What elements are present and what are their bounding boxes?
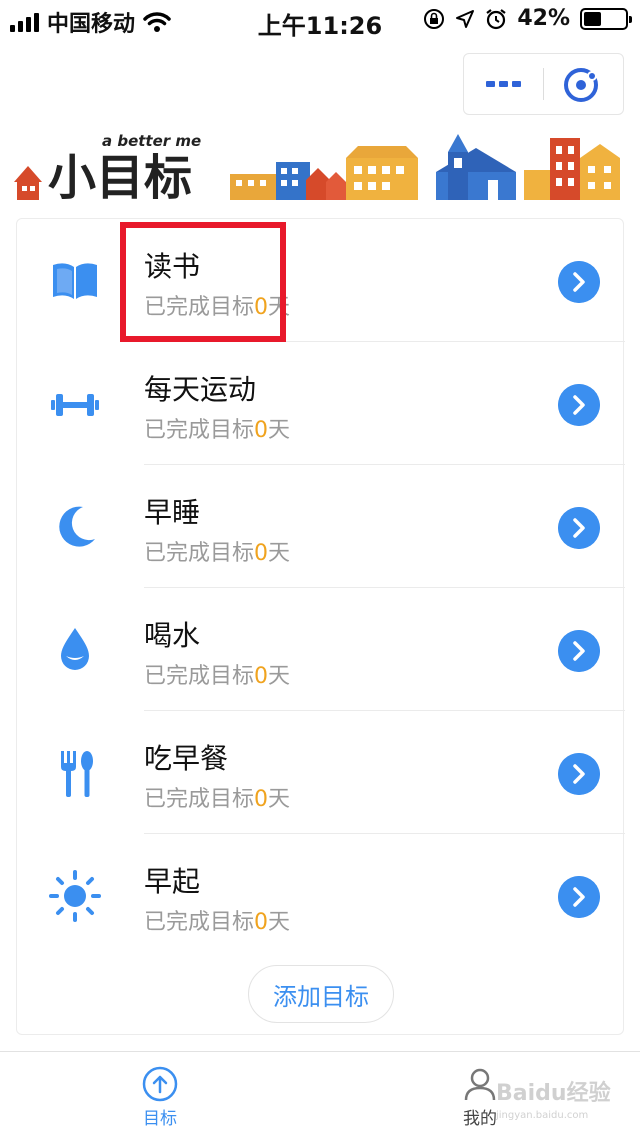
chevron-right-icon[interactable]	[558, 630, 600, 672]
goal-days-count: 0	[254, 910, 269, 935]
goal-days-count: 0	[254, 787, 269, 812]
goal-title: 吃早餐	[144, 742, 229, 775]
goal-item[interactable]: 读书 已完成目标0天	[17, 219, 625, 342]
goal-progress: 已完成目标0天	[144, 418, 291, 443]
target-close-icon[interactable]	[562, 66, 600, 104]
goal-title: 每天运动	[144, 373, 257, 406]
user-icon	[464, 1068, 496, 1101]
goal-item[interactable]: 早睡 已完成目标0天	[17, 465, 625, 588]
water-drop-icon	[61, 628, 89, 670]
capsule-menu	[463, 53, 624, 115]
goal-title: 喝水	[144, 619, 201, 652]
goal-title: 早睡	[144, 496, 201, 529]
banner-tagline: a better me	[102, 132, 201, 150]
chevron-right-icon[interactable]	[558, 876, 600, 918]
tab-label: 目标	[143, 1109, 177, 1129]
goal-item[interactable]: 早起 已完成目标0天	[17, 834, 625, 957]
battery-icon	[580, 7, 632, 30]
goal-progress: 已完成目标0天	[144, 910, 291, 935]
baidu-watermark: Baidu经验 jingyan.baidu.com	[496, 1080, 611, 1121]
goal-list-card: 读书 已完成目标0天 每天运动 已完成目标0天 早睡 已完成目标0天 喝水 已完…	[16, 218, 625, 1035]
right-buildings	[524, 138, 620, 200]
capsule-divider	[543, 68, 544, 100]
house-icon	[14, 166, 42, 200]
goal-item[interactable]: 喝水 已完成目标0天	[17, 588, 625, 711]
rotation-lock-icon	[424, 8, 445, 29]
annotation-highlight-box	[120, 222, 286, 342]
banner-logo: 小目标	[48, 150, 192, 204]
goal-item[interactable]: 每天运动 已完成目标0天	[17, 342, 625, 465]
chevron-right-icon[interactable]	[558, 753, 600, 795]
status-bar: 中国移动 上午11:26 42%	[0, 0, 640, 40]
goal-days-count: 0	[254, 418, 269, 443]
battery-percent: 42%	[517, 6, 570, 31]
book-icon	[53, 263, 97, 299]
goal-days-count: 0	[254, 541, 269, 566]
svg-text:jingyan.baidu.com: jingyan.baidu.com	[496, 1110, 588, 1121]
moon-icon	[59, 506, 95, 547]
location-icon	[456, 9, 475, 28]
arrow-up-circle-icon	[142, 1066, 178, 1102]
dumbbell-icon	[51, 394, 99, 416]
chevron-right-icon[interactable]	[558, 261, 600, 303]
svg-text:Baidu经验: Baidu经验	[496, 1080, 611, 1106]
church-illustration	[436, 134, 516, 200]
banner-illustration: a better me 小目标	[14, 132, 620, 204]
goal-title: 早起	[144, 865, 201, 898]
fork-spoon-icon	[61, 751, 93, 797]
town-skyline	[230, 146, 418, 200]
goal-progress: 已完成目标0天	[144, 787, 291, 812]
chevron-right-icon[interactable]	[558, 507, 600, 549]
more-dots-icon[interactable]	[464, 54, 542, 114]
add-goal-button[interactable]: 添加目标	[248, 965, 394, 1023]
goal-progress: 已完成目标0天	[144, 541, 291, 566]
chevron-right-icon[interactable]	[558, 384, 600, 426]
goal-days-count: 0	[254, 664, 269, 689]
goal-progress: 已完成目标0天	[144, 664, 291, 689]
alarm-icon	[486, 8, 506, 29]
sun-icon	[49, 870, 101, 922]
goal-item[interactable]: 吃早餐 已完成目标0天	[17, 711, 625, 834]
tab-goal[interactable]: 目标	[100, 1066, 220, 1129]
